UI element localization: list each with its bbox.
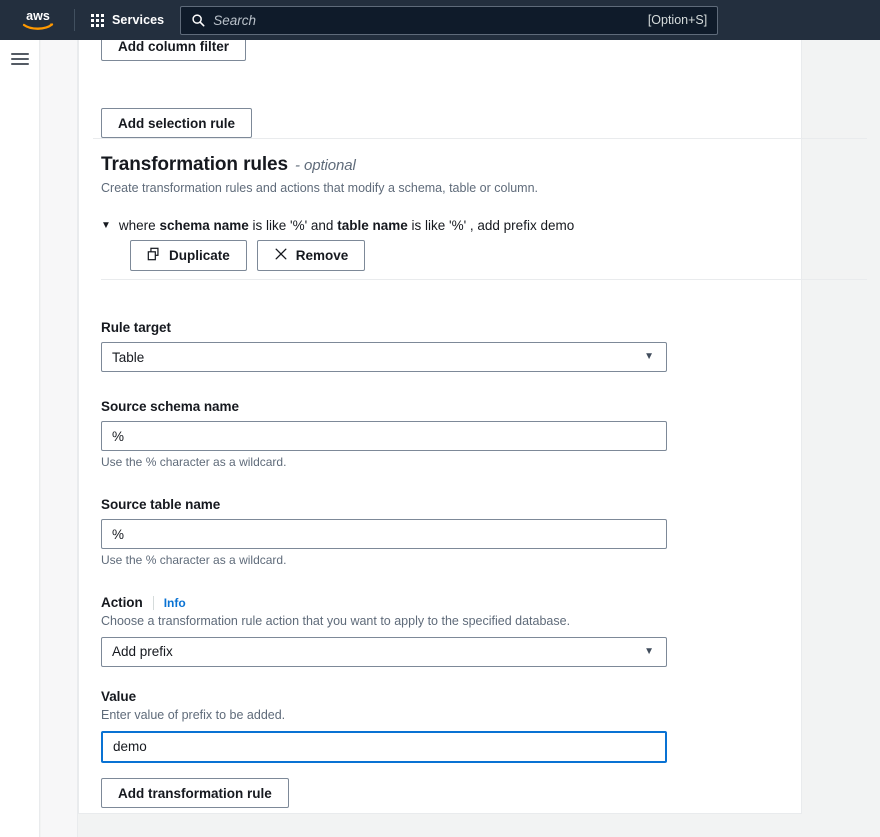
rule-action-buttons: Duplicate Remove — [130, 240, 366, 271]
rule-summary-part2: is like '%' and — [248, 218, 338, 233]
search-shortcut-hint: [Option+S] — [647, 13, 708, 27]
grid-icon — [91, 13, 104, 27]
field-action: Action Info Choose a transformation rule… — [101, 595, 667, 667]
source-table-name-hint: Use the % character as a wildcard. — [101, 553, 287, 567]
aws-top-navigation: aws Services [Option+S] — [0, 0, 880, 40]
chevron-down-icon: ▼ — [644, 645, 654, 657]
action-info-link[interactable]: Info — [164, 596, 186, 610]
section-description: Create transformation rules and actions … — [101, 181, 539, 195]
action-value: Add prefix — [112, 644, 173, 660]
close-icon — [274, 247, 288, 264]
add-selection-rule-row: Add selection rule — [101, 108, 253, 138]
action-label: Action — [101, 595, 143, 610]
rule-summary-part3: is like '%' , add prefix demo — [407, 218, 575, 233]
rule-target-label: Rule target — [101, 320, 171, 335]
nav-divider — [74, 9, 75, 31]
field-rule-target: Rule target Table ▼ — [101, 320, 667, 372]
action-select[interactable]: Add prefix ▼ — [101, 636, 667, 667]
section-optional-tag: - optional — [295, 157, 356, 174]
source-schema-name-input[interactable] — [112, 428, 656, 444]
source-table-name-input-wrapper[interactable] — [101, 519, 667, 549]
aws-logo[interactable]: aws — [8, 8, 68, 32]
label-divider — [152, 595, 154, 610]
action-label-row: Action Info — [101, 595, 667, 610]
section-divider-top — [93, 138, 867, 139]
rule-summary-toggle[interactable]: ▼ where schema name is like '%' and tabl… — [101, 218, 574, 233]
add-selection-rule-button[interactable]: Add selection rule — [101, 108, 253, 138]
source-table-name-label: Source table name — [101, 497, 221, 512]
search-input[interactable] — [213, 12, 640, 28]
section-title-text: Transformation rules — [101, 154, 288, 175]
left-gutter — [0, 40, 40, 837]
remove-label: Remove — [295, 248, 349, 263]
hamburger-icon[interactable] — [11, 53, 29, 65]
chevron-down-icon: ▼ — [644, 351, 654, 362]
global-search-bar[interactable]: [Option+S] — [180, 5, 719, 35]
services-label: Services — [112, 13, 165, 27]
search-icon — [191, 13, 205, 27]
rule-summary-text: where schema name is like '%' and table … — [119, 218, 574, 233]
field-source-table-name: Source table name Use the % character as… — [101, 497, 667, 567]
rule-target-select[interactable]: Table ▼ — [101, 342, 667, 372]
value-input-wrapper[interactable] — [101, 730, 667, 763]
services-menu-button[interactable]: Services — [81, 7, 174, 33]
duplicate-button[interactable]: Duplicate — [130, 240, 247, 271]
source-schema-name-hint: Use the % character as a wildcard. — [101, 455, 287, 469]
rule-summary-bold1: schema name — [159, 218, 249, 233]
source-schema-name-label: Source schema name — [101, 399, 239, 414]
add-transformation-rule-row: Add transformation rule — [101, 778, 289, 808]
field-value: Value Enter value of prefix to be added. — [101, 689, 667, 763]
remove-button[interactable]: Remove — [256, 240, 366, 271]
rule-target-value: Table — [112, 349, 145, 365]
action-description: Choose a transformation rule action that… — [101, 614, 571, 628]
collapsed-side-navigation[interactable] — [41, 40, 78, 837]
value-input[interactable] — [113, 739, 655, 755]
source-table-name-input[interactable] — [112, 526, 656, 542]
rule-divider — [101, 279, 867, 280]
transformation-rules-panel: Add column filter Add selection rule Tra… — [78, 28, 867, 814]
add-transformation-rule-button[interactable]: Add transformation rule — [101, 778, 289, 808]
value-label: Value — [101, 689, 137, 704]
chevron-down-icon: ▼ — [101, 219, 111, 231]
copy-icon — [147, 247, 161, 264]
field-source-schema-name: Source schema name Use the % character a… — [101, 399, 667, 469]
rule-summary-part1: where — [118, 218, 160, 233]
transformation-rules-header: Transformation rules - optional Create t… — [101, 154, 781, 198]
svg-text:aws: aws — [26, 9, 50, 23]
rule-summary-bold2: table name — [337, 218, 408, 233]
duplicate-label: Duplicate — [169, 248, 230, 263]
page-title: Transformation rules - optional — [101, 154, 781, 176]
source-schema-name-input-wrapper[interactable] — [101, 421, 667, 451]
value-description: Enter value of prefix to be added. — [101, 708, 286, 722]
